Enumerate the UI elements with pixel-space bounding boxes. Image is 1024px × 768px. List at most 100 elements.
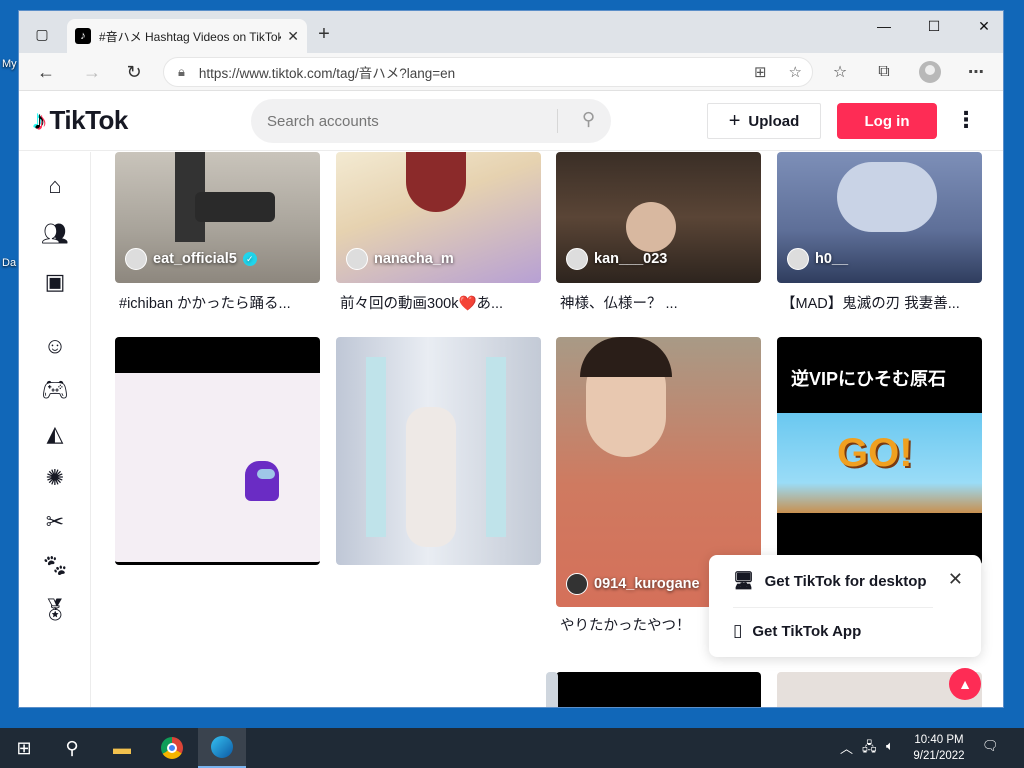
thumb-title-text: 逆VIPにひそむ原石 — [791, 369, 947, 389]
minimize-icon[interactable]: — — [859, 11, 909, 41]
collections-icon[interactable]: ⧉ — [871, 60, 897, 84]
video-thumbnail[interactable]: 逆VIPにひそむ原石 GO! — [777, 337, 982, 565]
arrow-up-icon: ▲ — [958, 676, 972, 692]
video-thumbnail[interactable] — [556, 672, 761, 707]
phone-icon: ▯ — [733, 621, 743, 640]
thumb-curtain — [366, 357, 386, 537]
tab-close-icon[interactable]: ✕ — [287, 28, 299, 45]
author-name: nanacha_m — [374, 251, 454, 267]
clock[interactable]: 10:40 PM 9/21/2022 — [908, 732, 970, 764]
monitor-icon: 🖥︎ — [733, 571, 755, 590]
get-desktop-link[interactable]: 🖥︎ Get TikTok for desktop — [733, 571, 927, 591]
windows-start-icon[interactable]: ⊞ — [0, 728, 48, 768]
video-card[interactable]: ツムツムの音楽にしか聞こえない — [115, 337, 320, 567]
video-thumbnail[interactable]: ツムツムの音楽にしか聞こえない — [115, 337, 320, 565]
author-avatar — [346, 248, 368, 270]
live-icon[interactable]: ▣ — [39, 266, 71, 298]
search-icon[interactable]: ⚲ — [48, 728, 96, 768]
settings-more-icon[interactable]: ⋯ — [963, 60, 989, 84]
thumb-game-scene: GO! — [777, 413, 982, 513]
comedy-icon[interactable]: ☺ — [39, 330, 71, 362]
new-tab-icon[interactable]: + — [313, 23, 335, 45]
video-thumbnail[interactable] — [546, 672, 558, 707]
forward-icon[interactable]: → — [79, 60, 105, 84]
edge-icon[interactable] — [198, 728, 246, 768]
desktop-icon-label[interactable]: My — [2, 58, 17, 70]
profile-icon[interactable] — [917, 60, 943, 84]
browser-tab[interactable]: ♪ #音ハメ Hashtag Videos on TikTok ✕ — [67, 19, 307, 53]
thumb-costume-figure — [406, 407, 456, 547]
following-icon[interactable]: 👥︎ — [39, 218, 71, 250]
video-card[interactable]: eat_official5 ✓ #ichiban かかったら踊る... — [115, 152, 320, 322]
video-thumbnail[interactable]: eat_official5 ✓ — [115, 152, 320, 283]
maximize-icon[interactable]: ☐ — [909, 11, 959, 41]
thumb-hair — [580, 337, 672, 377]
video-thumbnail[interactable]: nanacha_m — [336, 152, 541, 283]
thumb-face — [626, 202, 676, 252]
get-app-popup: 🖥︎ Get TikTok for desktop ✕ ▯ Get TikTok… — [709, 555, 981, 657]
desktop-icon-label[interactable]: Da — [2, 257, 16, 269]
video-card[interactable]: 逆VIPにひそむ原石 GO! — [777, 337, 982, 567]
file-explorer-icon[interactable]: ▬ — [98, 728, 146, 768]
video-card[interactable] — [336, 337, 541, 567]
browser-window: ▢ ♪ #音ハメ Hashtag Videos on TikTok ✕ + — … — [18, 10, 1004, 708]
app-available-icon[interactable]: ⊞ — [754, 63, 767, 81]
close-window-icon[interactable]: ✕ — [959, 11, 1003, 41]
upload-label: Upload — [748, 112, 800, 130]
title-bar: ▢ ♪ #音ハメ Hashtag Videos on TikTok ✕ + — … — [19, 11, 1003, 53]
video-caption[interactable]: 【MAD】鬼滅の刃 我妻善... — [781, 292, 981, 313]
home-icon[interactable]: ⌂ — [39, 170, 71, 202]
video-author[interactable]: eat_official5 ✓ — [125, 248, 257, 270]
video-author[interactable]: nanacha_m — [346, 248, 454, 270]
get-app-link[interactable]: ▯ Get TikTok App — [733, 621, 861, 641]
favorites-icon[interactable]: ☆ — [827, 60, 853, 84]
more-options-icon[interactable]: ⋮ — [955, 107, 977, 133]
video-author[interactable]: 0914_kurogane — [566, 573, 700, 595]
video-caption[interactable]: 神様、仏様ー？ ... — [560, 292, 760, 313]
thumb-curtain — [486, 357, 506, 537]
refresh-icon[interactable]: ↻ — [121, 60, 147, 84]
search-icon[interactable]: ⚲ — [582, 109, 595, 130]
video-thumbnail[interactable]: kan___023 — [556, 152, 761, 283]
animals-icon[interactable]: 🐾︎ — [39, 550, 71, 582]
tab-title: #音ハメ Hashtag Videos on TikTok — [99, 29, 282, 44]
beauty-icon[interactable]: ✂ — [39, 506, 71, 538]
author-name: h0__ — [815, 251, 849, 267]
gaming-icon[interactable]: 🎮︎ — [39, 374, 71, 406]
tab-actions-icon[interactable]: ▢ — [29, 23, 55, 45]
back-icon[interactable]: ← — [33, 60, 59, 84]
close-icon[interactable]: ✕ — [948, 569, 963, 590]
video-thumbnail[interactable]: h0__ — [777, 152, 982, 283]
clock-time: 10:40 PM — [914, 734, 964, 746]
video-author[interactable]: kan___023 — [566, 248, 667, 270]
volume-icon[interactable]: 🔈︎ — [886, 738, 894, 754]
plus-icon: + — [728, 109, 741, 132]
video-caption[interactable]: 前々回の動画300k❤️あ... — [340, 292, 540, 313]
video-caption[interactable]: #ichiban かかったら踊る... — [119, 292, 319, 313]
food-icon[interactable]: ◭ — [39, 418, 71, 450]
dance-icon[interactable]: ✺ — [39, 462, 71, 494]
chevron-up-icon[interactable]: ︿ — [840, 738, 853, 757]
login-button[interactable]: Log in — [837, 103, 937, 139]
search-box: ⚲ — [251, 99, 611, 143]
video-card[interactable]: nanacha_m 前々回の動画300k❤️あ... — [336, 152, 541, 322]
author-name: eat_official5 — [153, 251, 237, 267]
tiktok-header: ♪ TikTok ⚲ + Upload Log in ⋮ — [19, 91, 1003, 151]
scroll-to-top-button[interactable]: ▲ — [949, 668, 981, 700]
tiktok-logo[interactable]: ♪ TikTok — [33, 105, 128, 136]
upload-button[interactable]: + Upload — [707, 103, 821, 139]
add-favorite-icon[interactable]: ☆ — [789, 63, 802, 81]
search-divider — [557, 109, 558, 133]
network-icon[interactable]: 🖧︎ — [862, 738, 877, 760]
notifications-icon[interactable]: 🗨︎ — [982, 738, 999, 754]
address-bar[interactable]: 🔒︎ https://www.tiktok.com/tag/音ハメ?lang=e… — [163, 57, 813, 87]
video-card[interactable]: h0__ 【MAD】鬼滅の刃 我妻善... — [777, 152, 982, 322]
video-thumbnail[interactable] — [336, 337, 541, 565]
sports-icon[interactable]: 🏅︎ — [39, 594, 71, 626]
video-author[interactable]: h0__ — [787, 248, 848, 270]
video-card[interactable]: kan___023 神様、仏様ー？ ... — [556, 152, 761, 322]
chrome-icon[interactable] — [148, 728, 196, 768]
among-us-character — [245, 461, 279, 501]
search-input[interactable] — [267, 112, 557, 130]
thumb-go-text: GO! — [837, 431, 913, 475]
